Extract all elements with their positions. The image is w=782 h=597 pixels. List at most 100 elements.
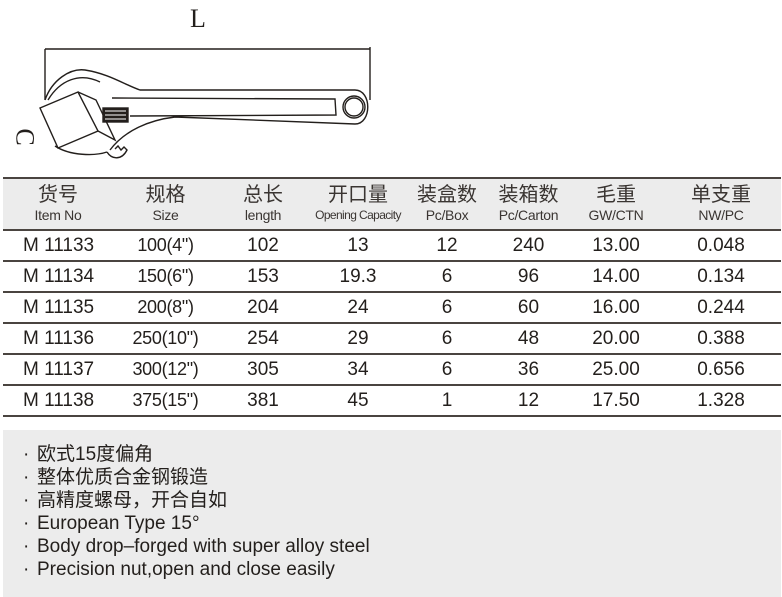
feature-item: · Precision nut,open and close easily bbox=[23, 558, 781, 581]
capacity-label: C bbox=[10, 128, 40, 146]
cell-item-no: M 11137 bbox=[3, 354, 113, 386]
cell-item-no: M 11138 bbox=[3, 385, 113, 417]
bullet-icon: · bbox=[23, 444, 30, 465]
cell-gw: 17.50 bbox=[571, 385, 661, 417]
cell-item-no: M 11134 bbox=[3, 261, 113, 293]
table-row: M 11138 375(15") 381 45 1 12 17.50 1.328 bbox=[3, 385, 781, 417]
cell-pc-carton: 12 bbox=[486, 385, 571, 417]
feature-text: Precision nut,open and close easily bbox=[37, 559, 335, 580]
table-row: M 11137 300(12") 305 34 6 36 25.00 0.656 bbox=[3, 354, 781, 386]
table-row: M 11135 200(8") 204 24 6 60 16.00 0.244 bbox=[3, 292, 781, 324]
header-en: Pc/Box bbox=[425, 207, 469, 223]
cell-nw: 0.388 bbox=[661, 323, 781, 355]
cell-pc-box: 6 bbox=[408, 323, 486, 355]
cell-opening: 24 bbox=[308, 292, 408, 324]
cell-item-no: M 11136 bbox=[3, 323, 113, 355]
header-cn: 开口量 bbox=[328, 184, 388, 206]
cell-nw: 0.048 bbox=[661, 230, 781, 262]
cell-length: 153 bbox=[218, 261, 308, 293]
cell-pc-box: 12 bbox=[408, 230, 486, 262]
bullet-icon: · bbox=[23, 536, 30, 557]
header-cn: 装盒数 bbox=[417, 184, 477, 206]
header-cn: 规格 bbox=[145, 184, 186, 206]
cell-opening: 13 bbox=[308, 230, 408, 262]
header-gw-ctn: 毛重 GW/CTN bbox=[571, 177, 661, 231]
header-size: 规格 Size bbox=[113, 177, 218, 231]
table-row: M 11133 100(4") 102 13 12 240 13.00 0.04… bbox=[3, 230, 781, 262]
features-box: · 欧式15度偏角 · 整体优质合金钢锻造 · 高精度螺母，开合自如 · Europea… bbox=[3, 430, 781, 597]
cell-nw: 0.656 bbox=[661, 354, 781, 386]
feature-text: Body drop–forged with super alloy steel bbox=[37, 536, 370, 557]
feature-text: European Type 15° bbox=[37, 513, 200, 534]
cell-length: 102 bbox=[218, 230, 308, 262]
cell-gw: 13.00 bbox=[571, 230, 661, 262]
header-en: length bbox=[244, 207, 282, 223]
cell-nw: 0.134 bbox=[661, 261, 781, 293]
cell-gw: 25.00 bbox=[571, 354, 661, 386]
cell-size: 100(4") bbox=[113, 230, 218, 262]
header-cn: 装箱数 bbox=[498, 184, 559, 206]
cell-length: 381 bbox=[218, 385, 308, 417]
cell-item-no: M 11135 bbox=[3, 292, 113, 324]
feature-item: · 高精度螺母，开合自如 bbox=[23, 489, 781, 512]
cell-opening: 29 bbox=[308, 323, 408, 355]
header-nw-pc: 单支重 NW/PC bbox=[661, 177, 781, 231]
header-pc-carton: 装箱数 Pc/Carton bbox=[486, 177, 571, 231]
cell-pc-carton: 48 bbox=[486, 323, 571, 355]
header-cn: 货号 bbox=[38, 184, 78, 206]
cell-opening: 34 bbox=[308, 354, 408, 386]
header-pc-box: 装盒数 Pc/Box bbox=[408, 177, 486, 231]
cell-pc-box: 6 bbox=[408, 261, 486, 293]
cell-length: 204 bbox=[218, 292, 308, 324]
spec-table: 货号 Item No 规格 Size 总长 length 开口量 Opening Cap… bbox=[3, 177, 781, 417]
header-en: Size bbox=[152, 207, 179, 223]
cell-item-no: M 11133 bbox=[3, 230, 113, 262]
cell-pc-box: 6 bbox=[408, 292, 486, 324]
cell-pc-box: 1 bbox=[408, 385, 486, 417]
header-cn: 总长 bbox=[243, 184, 283, 206]
header-en: Item No bbox=[34, 207, 82, 223]
cell-gw: 16.00 bbox=[571, 292, 661, 324]
features-list: · 欧式15度偏角 · 整体优质合金钢锻造 · 高精度螺母，开合自如 · Europea… bbox=[3, 430, 781, 581]
length-label: L bbox=[190, 4, 206, 33]
feature-text: 整体优质合金钢锻造 bbox=[37, 467, 209, 488]
cell-nw: 1.328 bbox=[661, 385, 781, 417]
cell-size: 375(15") bbox=[113, 385, 218, 417]
feature-item: · 整体优质合金钢锻造 bbox=[23, 466, 781, 489]
wrench-diagram: L C bbox=[0, 0, 400, 170]
bullet-icon: · bbox=[23, 559, 30, 580]
table-row: M 11136 250(10") 254 29 6 48 20.00 0.388 bbox=[3, 323, 781, 355]
cell-length: 254 bbox=[218, 323, 308, 355]
header-en: GW/CTN bbox=[588, 207, 644, 223]
header-en: Pc/Carton bbox=[498, 207, 559, 223]
feature-text: 欧式15度偏角 bbox=[37, 444, 154, 465]
table-row: M 11134 150(6") 153 19.3 6 96 14.00 0.13… bbox=[3, 261, 781, 293]
header-en: NW/PC bbox=[698, 207, 744, 223]
feature-item: · Body drop–forged with super alloy steel bbox=[23, 535, 781, 558]
cell-size: 300(12") bbox=[113, 354, 218, 386]
header-cn: 毛重 bbox=[596, 184, 636, 206]
feature-text: 高精度螺母，开合自如 bbox=[37, 490, 228, 511]
bullet-icon: · bbox=[23, 467, 30, 488]
header-en: Opening Capacity bbox=[315, 208, 401, 222]
header-opening-capacity: 开口量 Opening Capacity bbox=[308, 177, 408, 231]
cell-pc-carton: 36 bbox=[486, 354, 571, 386]
feature-item: · European Type 15° bbox=[23, 512, 781, 535]
header-item-no: 货号 Item No bbox=[3, 177, 113, 231]
cell-size: 150(6") bbox=[113, 261, 218, 293]
cell-opening: 45 bbox=[308, 385, 408, 417]
bullet-icon: · bbox=[23, 513, 30, 534]
cell-nw: 0.244 bbox=[661, 292, 781, 324]
cell-size: 250(10") bbox=[113, 323, 218, 355]
cell-pc-carton: 60 bbox=[486, 292, 571, 324]
cell-opening: 19.3 bbox=[308, 261, 408, 293]
feature-item: · 欧式15度偏角 bbox=[23, 443, 781, 466]
cell-gw: 14.00 bbox=[571, 261, 661, 293]
cell-size: 200(8") bbox=[113, 292, 218, 324]
bullet-icon: · bbox=[23, 490, 30, 511]
cell-length: 305 bbox=[218, 354, 308, 386]
cell-pc-carton: 96 bbox=[486, 261, 571, 293]
header-length: 总长 length bbox=[218, 177, 308, 231]
header-cn: 单支重 bbox=[691, 184, 751, 206]
cell-gw: 20.00 bbox=[571, 323, 661, 355]
